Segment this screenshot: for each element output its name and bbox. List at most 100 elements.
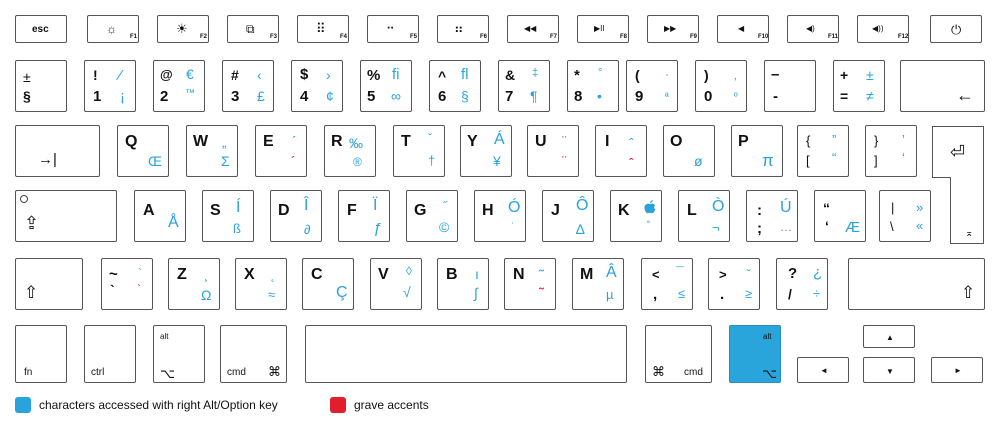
brightness-down-icon: ☼ bbox=[106, 22, 117, 36]
key-label: \ bbox=[890, 219, 894, 234]
key-label: ˆ bbox=[629, 155, 634, 171]
key-3: # 3 ‹ £ bbox=[222, 60, 274, 112]
key-label: H bbox=[482, 202, 494, 219]
key-label: + bbox=[840, 67, 849, 83]
key-label: Ò bbox=[712, 198, 725, 215]
option-icon: ⌥ bbox=[160, 366, 175, 381]
key-label: Æ bbox=[845, 219, 860, 236]
key-label: F4 bbox=[340, 34, 348, 40]
key-esc: esc bbox=[15, 15, 67, 43]
key-h: H Ó ˙ bbox=[474, 190, 526, 242]
key-f12: ◀)) F12 bbox=[857, 15, 909, 43]
key-label: I bbox=[605, 133, 610, 150]
key-label: ∆ bbox=[576, 221, 585, 237]
key-label: ; bbox=[757, 220, 762, 237]
key-label: F2 bbox=[200, 34, 208, 40]
key-label: ! bbox=[93, 67, 98, 83]
key-label: N bbox=[513, 266, 525, 283]
key-c: C Ç bbox=[302, 258, 354, 310]
key-label: £ bbox=[257, 88, 265, 104]
arrow-left-icon: ◄ bbox=[820, 366, 828, 375]
key-label: ´ bbox=[292, 133, 297, 149]
key-label: Q bbox=[125, 133, 138, 150]
key-label: T bbox=[401, 133, 411, 150]
key-label: # bbox=[231, 67, 239, 83]
power-icon: ⏻ bbox=[951, 22, 962, 37]
key-7: & 7 ‡ ¶ bbox=[498, 60, 550, 112]
key-label: ® bbox=[353, 155, 362, 169]
key-label: √ bbox=[403, 284, 411, 300]
backspace-arrow-icon: ← bbox=[956, 85, 974, 105]
arrow-right-icon: ► bbox=[954, 366, 962, 375]
key-shift-left: ⇧ bbox=[15, 258, 83, 310]
key-label: E bbox=[263, 133, 274, 150]
key-label: ⁄ bbox=[119, 67, 122, 84]
key-label: ∫ bbox=[474, 285, 478, 301]
key-f3: ⧉ F3 bbox=[227, 15, 279, 43]
key-label: “ bbox=[832, 150, 837, 165]
key-label: - bbox=[773, 88, 778, 105]
key-label: 0 bbox=[704, 88, 713, 105]
legend-alt: characters accessed with right Alt/Optio… bbox=[15, 397, 278, 413]
key-label: F7 bbox=[550, 34, 558, 40]
key-label: ﬂ bbox=[461, 66, 469, 83]
key-s: S Í ß bbox=[202, 190, 254, 242]
key-quote: “ ‘ Æ bbox=[814, 190, 866, 242]
key-label: ¬ bbox=[712, 220, 720, 235]
key-o: O ø bbox=[663, 125, 715, 177]
brightness-up-icon: ☀ bbox=[176, 21, 188, 36]
key-ctrl: ctrl bbox=[84, 325, 136, 383]
key-cmd-right: ⌘ cmd bbox=[645, 325, 712, 383]
key-label: « bbox=[916, 218, 924, 233]
keyboard-light-up-icon: ⠶ bbox=[454, 21, 464, 36]
key-label: ˙ bbox=[511, 220, 515, 234]
key-v: V ◊ √ bbox=[370, 258, 422, 310]
key-section: ± § bbox=[15, 60, 67, 112]
key-comma: < , ¯ ≤ bbox=[641, 258, 693, 310]
key-label: O bbox=[670, 133, 683, 150]
key-f2: ☀ F2 bbox=[157, 15, 209, 43]
key-label: F3 bbox=[270, 34, 278, 40]
key-label: ¶ bbox=[530, 88, 538, 104]
key-label: ˜ bbox=[539, 267, 544, 284]
key-j: J Ô ∆ bbox=[542, 190, 594, 242]
key-4: $ 4 › ¢ bbox=[291, 60, 343, 112]
key-label: < bbox=[652, 267, 660, 282]
key-label: alt bbox=[160, 332, 169, 341]
key-d: D Î ∂ bbox=[270, 190, 322, 242]
key-9: ( 9 · ª bbox=[626, 60, 678, 112]
key-t: T ˇ † bbox=[393, 125, 445, 177]
key-label: Á bbox=[494, 131, 505, 148]
fast-forward-icon: ▶▶ bbox=[664, 24, 677, 33]
key-label: ˚ bbox=[647, 221, 651, 232]
key-label: F1 bbox=[130, 34, 138, 40]
key-f: F Ï ƒ bbox=[338, 190, 390, 242]
key-label: ﬁ bbox=[392, 66, 400, 83]
key-label: } bbox=[874, 133, 879, 148]
key-label: ∂ bbox=[304, 222, 311, 237]
legend-alt-label: characters accessed with right Alt/Optio… bbox=[39, 398, 278, 412]
key-label: “ bbox=[823, 200, 830, 216]
key-p: P π bbox=[731, 125, 783, 177]
key-label: , bbox=[653, 286, 658, 303]
key-label: 1 bbox=[93, 88, 102, 105]
key-label: Z bbox=[177, 266, 187, 283]
key-label: ß bbox=[233, 221, 241, 236]
key-label: ı bbox=[475, 266, 479, 282]
key-label: · bbox=[665, 67, 669, 81]
key-label: ` bbox=[110, 282, 115, 298]
key-label: F12 bbox=[898, 34, 909, 40]
key-label: ¨ bbox=[562, 153, 567, 169]
key-label: F8 bbox=[620, 34, 628, 40]
key-label: A bbox=[143, 202, 155, 219]
key-r: R ‰ ® bbox=[324, 125, 376, 177]
key-6: ^ 6 ﬂ § bbox=[429, 60, 481, 112]
key-label: R bbox=[331, 133, 343, 150]
key-z: Z ¸ Ω bbox=[168, 258, 220, 310]
key-right-bracket: } ] ’ ‘ bbox=[865, 125, 917, 177]
legend-grave: grave accents bbox=[330, 397, 429, 413]
key-arrow-up: ▲ bbox=[863, 325, 915, 348]
shift-icon: ⇧ bbox=[961, 283, 976, 302]
key-2: @ 2 € ™ bbox=[153, 60, 205, 112]
key-label: € bbox=[186, 66, 194, 82]
